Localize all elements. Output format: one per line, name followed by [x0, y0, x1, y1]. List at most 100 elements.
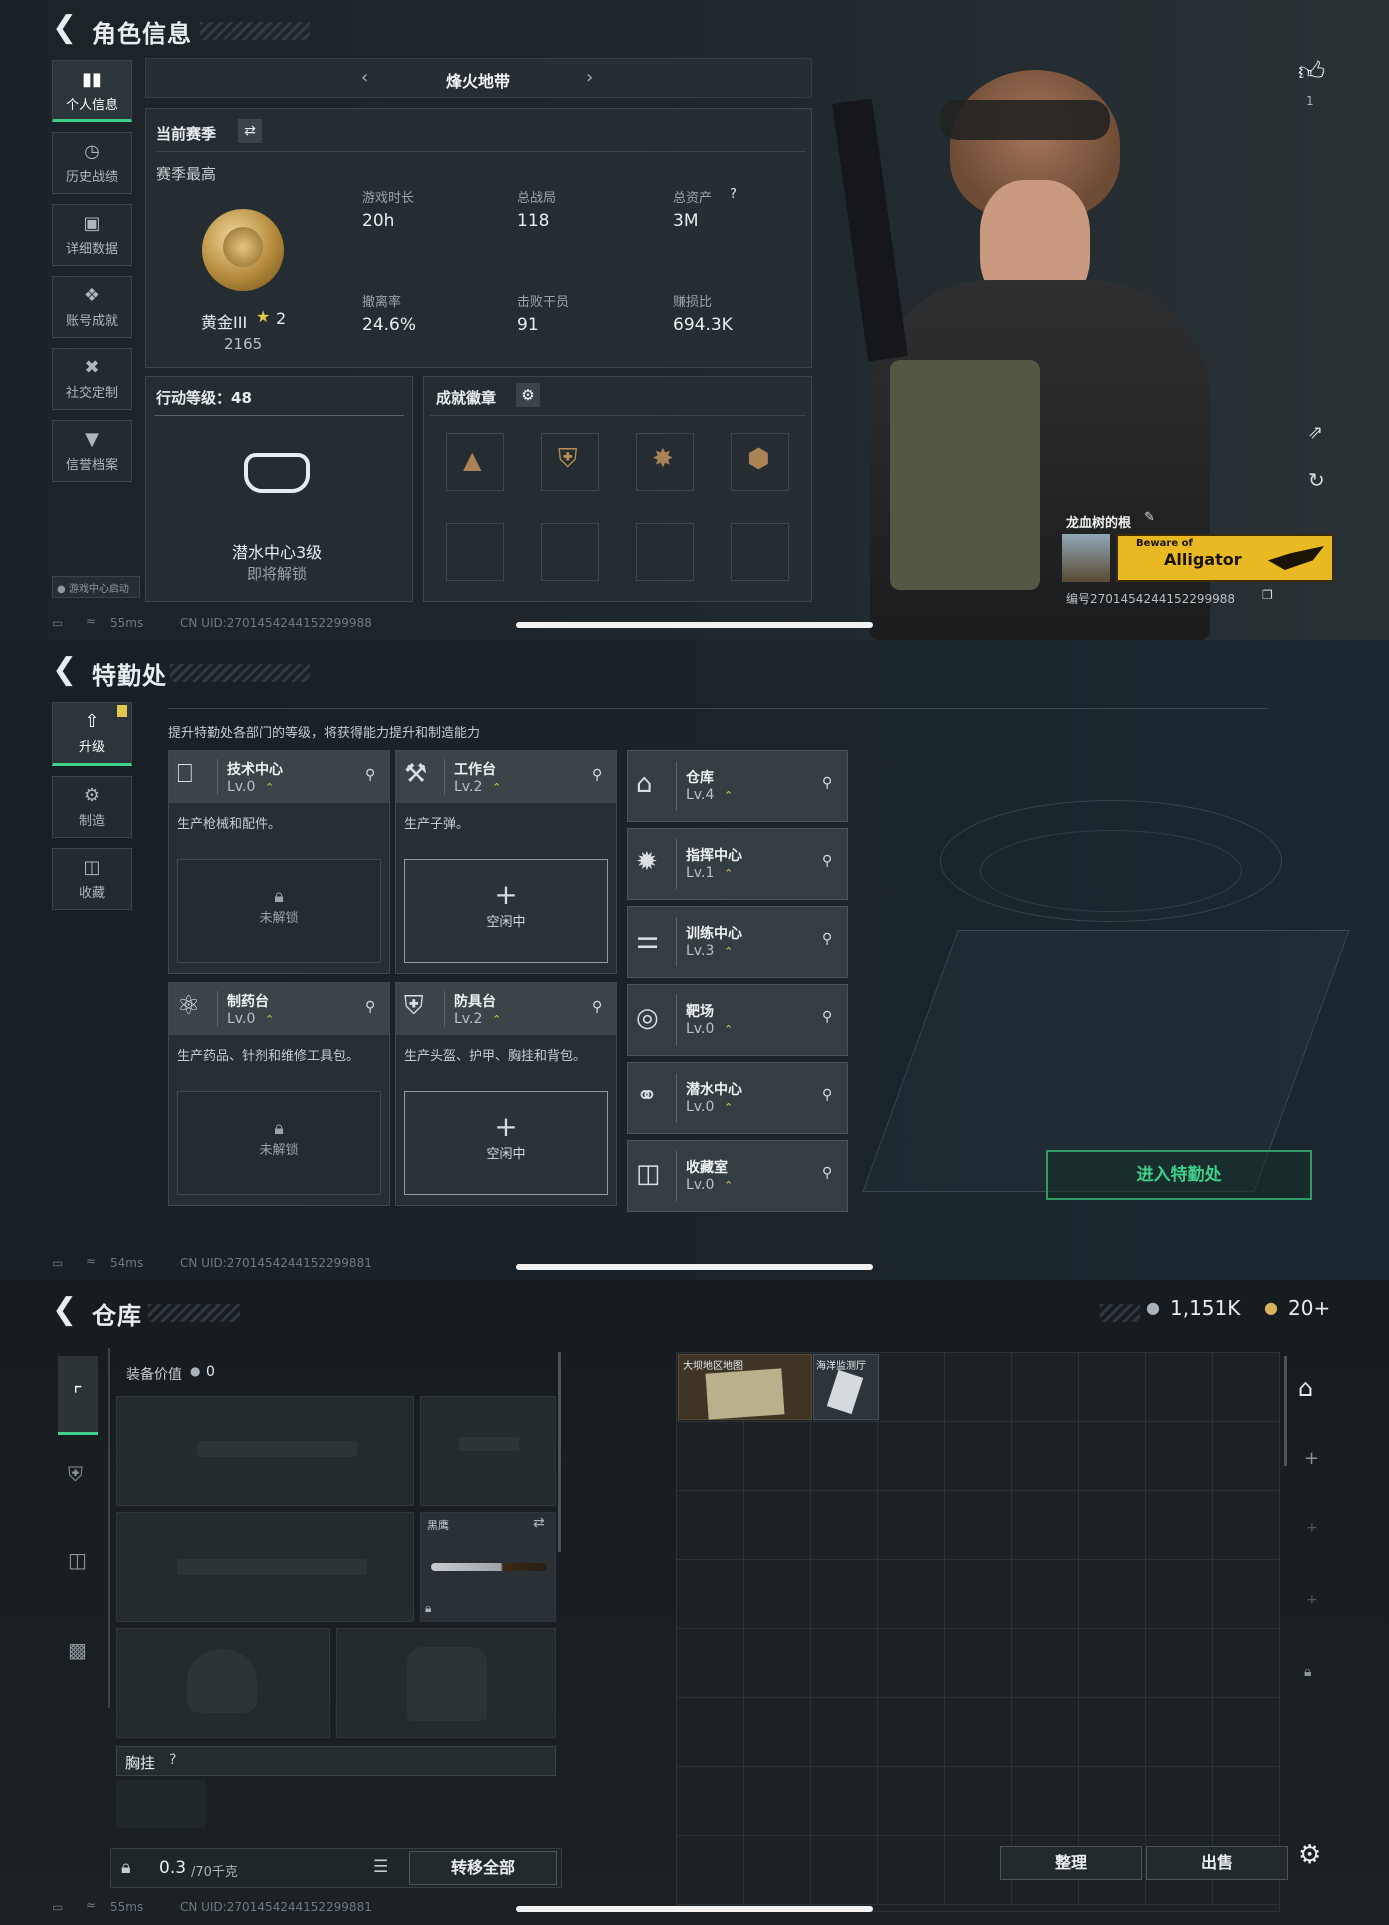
gear-icon[interactable]: ⚙ — [516, 383, 540, 407]
stash-cell[interactable] — [1079, 1698, 1146, 1767]
stash-cell[interactable] — [878, 1629, 945, 1698]
dept-card-workbench[interactable]: ⚒ 工作台 Lv.2 ⌃ ⚲ 生产子弹。 + 空闲中 — [395, 750, 617, 974]
add-tab-icon[interactable]: + — [1306, 1592, 1318, 1608]
dept-row-range[interactable]: ◎ 靶场 Lv.0 ⌃ ⚲ — [627, 984, 848, 1056]
badge-slot[interactable]: ⛨ — [541, 433, 599, 491]
stash-item-map[interactable]: 大坝地区地图 — [678, 1354, 812, 1420]
stash-cell[interactable] — [1146, 1353, 1213, 1422]
stash-cell[interactable] — [1079, 1629, 1146, 1698]
craft-slot-idle[interactable]: + 空闲中 — [404, 859, 608, 963]
stash-cell[interactable] — [1213, 1698, 1280, 1767]
stash-cell[interactable] — [1146, 1767, 1213, 1836]
dept-row-collection[interactable]: ◫ 收藏室 Lv.0 ⌃ ⚲ — [627, 1140, 848, 1212]
nav-detailed-data[interactable]: ▣ 详细数据 — [52, 204, 132, 266]
help-icon[interactable]: ? — [730, 187, 737, 202]
helmet-slot[interactable] — [116, 1628, 330, 1738]
chest-rig-header[interactable]: 胸挂 ? — [116, 1746, 556, 1776]
badge-slot[interactable]: ✸ — [636, 433, 694, 491]
stash-cell[interactable] — [1213, 1629, 1280, 1698]
refresh-icon[interactable]: ↻ — [1308, 468, 1325, 492]
stash-cell[interactable] — [744, 1560, 811, 1629]
nav-history[interactable]: ◷ 历史战绩 — [52, 132, 132, 194]
stash-cell[interactable] — [1012, 1422, 1079, 1491]
player-banner[interactable]: Beware of Alligator — [1116, 534, 1334, 582]
case-tab-icon[interactable]: ▩ — [68, 1638, 87, 1662]
stash-cell[interactable] — [744, 1767, 811, 1836]
stash-cell[interactable] — [945, 1698, 1012, 1767]
nav-reputation[interactable]: ▼ 信誉档案 — [52, 420, 132, 482]
empty-badge-slot[interactable] — [541, 523, 599, 581]
pistol-slot[interactable] — [420, 1396, 556, 1506]
stash-cell[interactable] — [677, 1698, 744, 1767]
chevron-left-icon[interactable]: ‹ — [361, 67, 368, 88]
search-icon[interactable]: ⚲ — [822, 931, 832, 947]
stash-cell[interactable] — [878, 1353, 945, 1422]
scrollbar[interactable] — [558, 1352, 561, 1552]
stash-cell[interactable] — [945, 1422, 1012, 1491]
secondary-weapon-slot[interactable] — [116, 1512, 414, 1622]
nav-collection[interactable]: ◫ 收藏 — [52, 848, 132, 910]
stash-cell[interactable] — [1146, 1560, 1213, 1629]
stash-cell[interactable] — [1146, 1629, 1213, 1698]
back-icon[interactable]: ❮ — [52, 10, 77, 45]
search-icon[interactable]: ⚲ — [592, 999, 602, 1015]
stash-cell[interactable] — [744, 1422, 811, 1491]
search-icon[interactable]: ⚲ — [365, 999, 375, 1015]
stash-cell[interactable] — [1213, 1422, 1280, 1491]
empty-badge-slot[interactable] — [731, 523, 789, 581]
search-icon[interactable]: ⚲ — [822, 853, 832, 869]
armor-slot[interactable] — [336, 1628, 556, 1738]
badge-slot[interactable]: ▲ — [446, 433, 504, 491]
stash-cell[interactable] — [811, 1560, 878, 1629]
stash-cell[interactable] — [1146, 1491, 1213, 1560]
stash-cell[interactable] — [1079, 1491, 1146, 1560]
nav-personal-info[interactable]: ▮▮ 个人信息 — [52, 60, 132, 122]
enter-special-ops-button[interactable]: 进入特勤处 — [1046, 1150, 1312, 1200]
chevron-right-icon[interactable]: › — [586, 67, 593, 88]
stash-cell[interactable] — [811, 1698, 878, 1767]
stash-cell[interactable] — [1012, 1491, 1079, 1560]
stash-cell[interactable] — [1079, 1353, 1146, 1422]
dept-row-training[interactable]: ⚌ 训练中心 Lv.3 ⌃ ⚲ — [627, 906, 848, 978]
stash-cell[interactable] — [1079, 1560, 1146, 1629]
edit-icon[interactable]: ✎ — [1144, 510, 1155, 525]
stash-cell[interactable] — [878, 1767, 945, 1836]
stash-cell[interactable] — [1213, 1767, 1280, 1836]
sort-button[interactable]: 整理 — [1000, 1846, 1142, 1880]
weapon-tab-icon[interactable]: ⌜ — [58, 1356, 98, 1435]
list-icon[interactable]: ☰ — [373, 1857, 388, 1877]
stash-cell[interactable] — [945, 1491, 1012, 1560]
primary-weapon-slot[interactable] — [116, 1396, 414, 1506]
sell-button[interactable]: 出售 — [1146, 1846, 1288, 1880]
dept-card-tech[interactable]: ⎕ 技术中心 Lv.0 ⌃ ⚲ 生产枪械和配件。 🔒︎ 未解锁 — [168, 750, 390, 974]
stash-cell[interactable] — [677, 1560, 744, 1629]
stash-cell[interactable] — [1012, 1629, 1079, 1698]
craft-slot-locked[interactable]: 🔒︎ 未解锁 — [177, 1091, 381, 1195]
add-tab-icon[interactable]: + — [1304, 1448, 1319, 1469]
stash-cell[interactable] — [878, 1698, 945, 1767]
empty-badge-slot[interactable] — [636, 523, 694, 581]
back-icon[interactable]: ❮ — [52, 652, 77, 687]
stash-cell[interactable] — [945, 1629, 1012, 1698]
stash-cell[interactable] — [1213, 1491, 1280, 1560]
share-icon[interactable]: ⇗ — [1308, 422, 1323, 443]
backpack-tab-icon[interactable]: ◫ — [68, 1548, 87, 1572]
transfer-all-button[interactable]: 转移全部 — [409, 1851, 557, 1885]
stash-cell[interactable] — [677, 1629, 744, 1698]
search-icon[interactable]: ⚲ — [822, 775, 832, 791]
stash-cell[interactable] — [878, 1491, 945, 1560]
stash-cell[interactable] — [1012, 1560, 1079, 1629]
dept-row-diving[interactable]: ⚭ 潜水中心 Lv.0 ⌃ ⚲ — [627, 1062, 848, 1134]
nav-upgrade[interactable]: ⇧ 升级 — [52, 702, 132, 766]
stash-cell[interactable] — [1012, 1698, 1079, 1767]
stash-cell[interactable] — [945, 1560, 1012, 1629]
stash-cell[interactable] — [1213, 1560, 1280, 1629]
gear-icon[interactable]: ⚙ — [1298, 1840, 1321, 1870]
stash-cell[interactable] — [878, 1560, 945, 1629]
stash-cell[interactable] — [811, 1767, 878, 1836]
stash-cell[interactable] — [744, 1629, 811, 1698]
nav-social[interactable]: ✖ 社交定制 — [52, 348, 132, 410]
add-tab-icon[interactable]: + — [1306, 1520, 1318, 1536]
stash-cell[interactable] — [878, 1422, 945, 1491]
stash-cell[interactable] — [1012, 1353, 1079, 1422]
